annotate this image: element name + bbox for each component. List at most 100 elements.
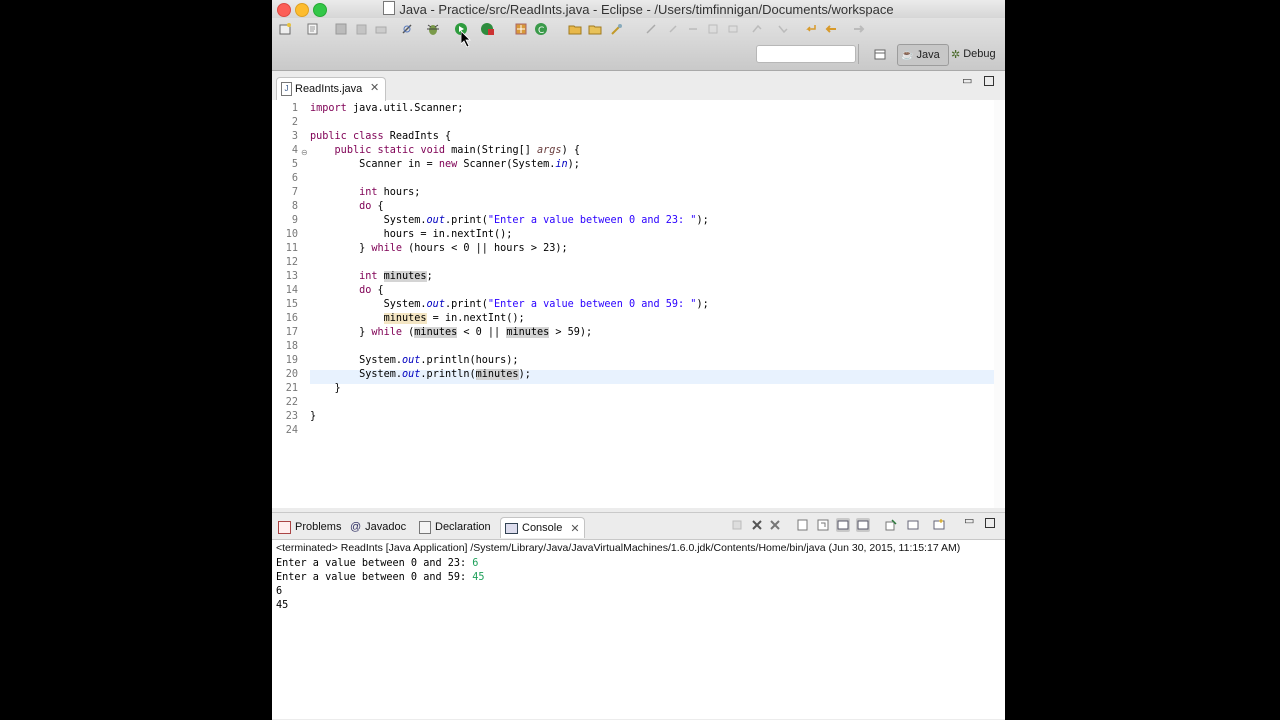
code-line: import java.util.Scanner;	[310, 103, 464, 114]
prev-annotation-icon[interactable]	[776, 22, 790, 36]
toggle-icon[interactable]	[726, 22, 740, 36]
console-icon	[505, 522, 518, 534]
open-task-icon[interactable]	[588, 22, 602, 36]
scroll-lock-icon[interactable]	[816, 518, 830, 532]
java-file-icon: J	[281, 82, 292, 96]
console-line: 6	[276, 585, 282, 599]
open-perspective-icon[interactable]	[873, 47, 887, 61]
line-number: 14	[285, 285, 298, 296]
code-line: }	[310, 383, 341, 394]
line-number: 22	[285, 397, 298, 408]
maximize-editor-icon[interactable]	[984, 76, 994, 86]
line-numbers: 1 2 3 4 5 6 7 8 9 10 11 12 13 14 15 16 17 18 19 20 21 22 23 24	[280, 102, 300, 502]
forward-icon[interactable]	[852, 22, 866, 36]
line-number: 1	[291, 103, 298, 114]
new-java-icon[interactable]	[306, 22, 320, 36]
maximize-console-icon[interactable]	[985, 518, 995, 528]
new-project-icon[interactable]	[514, 22, 528, 36]
line-number: 5	[291, 159, 298, 170]
save-all-icon[interactable]	[354, 22, 368, 36]
code-line: System.out.print("Enter a value between …	[310, 215, 709, 226]
main-toolbar: C ☕ Java ✲ Debug	[272, 18, 1005, 71]
perspective-debug-button[interactable]: ✲ Debug	[948, 44, 999, 64]
remove-all-icon[interactable]	[768, 518, 782, 532]
tab-declaration-label: Declaration	[435, 521, 491, 533]
line-number: 10	[285, 229, 298, 240]
remove-launch-icon[interactable]	[750, 518, 764, 532]
line-number: 7	[291, 187, 298, 198]
print-icon[interactable]	[374, 22, 388, 36]
line-number: 6	[291, 173, 298, 184]
debug-icon[interactable]	[426, 22, 440, 36]
java-file-icon	[383, 1, 396, 15]
tab-javadoc[interactable]: @ Javadoc	[350, 517, 406, 537]
line-number: 11	[285, 243, 298, 254]
console-output: 45	[276, 600, 289, 611]
code-line: System.out.println(hours);	[310, 355, 519, 366]
quick-access-input[interactable]	[756, 45, 856, 63]
line-number: 21	[285, 383, 298, 394]
next-annotation-icon[interactable]	[750, 22, 764, 36]
line-number: 23	[285, 411, 298, 422]
editor-overview-ruler[interactable]	[994, 100, 1004, 508]
skip-breakpoints-icon[interactable]	[400, 22, 414, 36]
pin-icon[interactable]	[666, 22, 680, 36]
code-editor: J ReadInts.java ✕ ▭ 1 2 3 4 5 6 7 8 9 10 11 12 13 14 1…	[272, 72, 1005, 508]
show-on-stdout-icon[interactable]	[836, 518, 850, 532]
terminate-icon[interactable]	[730, 518, 744, 532]
annotation-icon[interactable]	[644, 22, 658, 36]
javadoc-icon: @	[350, 521, 362, 533]
console-tab-bar: Problems @ Javadoc Declaration Console ✕ ▭	[272, 513, 1005, 540]
line-number: 20	[285, 369, 298, 380]
search-tool-icon[interactable]	[610, 22, 624, 36]
pin-console-icon[interactable]	[884, 518, 898, 532]
last-edit-icon[interactable]	[804, 22, 818, 36]
line-number: 9	[291, 215, 298, 226]
close-tab-icon[interactable]: ✕	[370, 81, 379, 94]
new-icon[interactable]	[278, 22, 292, 36]
open-console-icon[interactable]	[932, 518, 946, 532]
external-tools-icon[interactable]	[480, 22, 494, 36]
line-number: 18	[285, 341, 298, 352]
tab-problems[interactable]: Problems	[278, 517, 341, 537]
link-icon[interactable]	[686, 22, 700, 36]
tab-console-label: Console	[522, 522, 563, 534]
perspective-java-button[interactable]: ☕ Java	[897, 44, 949, 66]
tab-javadoc-label: Javadoc	[365, 521, 407, 533]
perspective-debug-label: Debug	[963, 48, 996, 60]
code-line: minutes = in.nextInt();	[383, 313, 525, 324]
block-icon[interactable]	[706, 22, 720, 36]
code-line: do {	[359, 285, 384, 296]
editor-tab-bar: J ReadInts.java ✕ ▭	[272, 72, 1005, 101]
minimize-console-icon[interactable]: ▭	[964, 514, 974, 527]
save-icon[interactable]	[334, 22, 348, 36]
clear-console-icon[interactable]	[796, 518, 810, 532]
minimize-editor-icon[interactable]: ▭	[962, 74, 972, 87]
close-tab-icon[interactable]: ✕	[570, 522, 579, 535]
line-number: 3	[291, 131, 298, 142]
fold-collapse-icon[interactable]: ⊖	[301, 148, 309, 157]
new-class-icon[interactable]: C	[534, 22, 548, 36]
line-number: 15	[285, 299, 298, 310]
show-on-stderr-icon[interactable]	[856, 518, 870, 532]
line-number: 19	[285, 355, 298, 366]
code-line: System.out.println(minutes);	[310, 369, 531, 380]
code-line: public class ReadInts {	[310, 131, 452, 142]
code-line: int minutes;	[359, 271, 433, 282]
console-output: 6	[276, 586, 283, 597]
back-icon[interactable]	[824, 22, 838, 36]
perspective-java-label: Java	[916, 49, 940, 61]
console-input-value: 6	[472, 558, 479, 569]
line-number: 4	[291, 145, 298, 156]
code-line: Scanner in = new Scanner(System.in);	[310, 159, 580, 170]
open-type-icon[interactable]	[568, 22, 582, 36]
editor-tab-readints[interactable]: J ReadInts.java ✕	[276, 77, 386, 101]
tab-declaration[interactable]: Declaration	[419, 517, 491, 537]
tab-console[interactable]: Console ✕	[500, 517, 585, 538]
display-console-icon[interactable]	[906, 518, 920, 532]
editor-tab-label: ReadInts.java	[295, 83, 363, 95]
declaration-icon	[419, 520, 431, 534]
window-title: Java - Practice/src/ReadInts.java - Ecli…	[272, 1, 1005, 17]
line-number: 13	[285, 271, 298, 282]
line-number: 17	[285, 327, 298, 338]
